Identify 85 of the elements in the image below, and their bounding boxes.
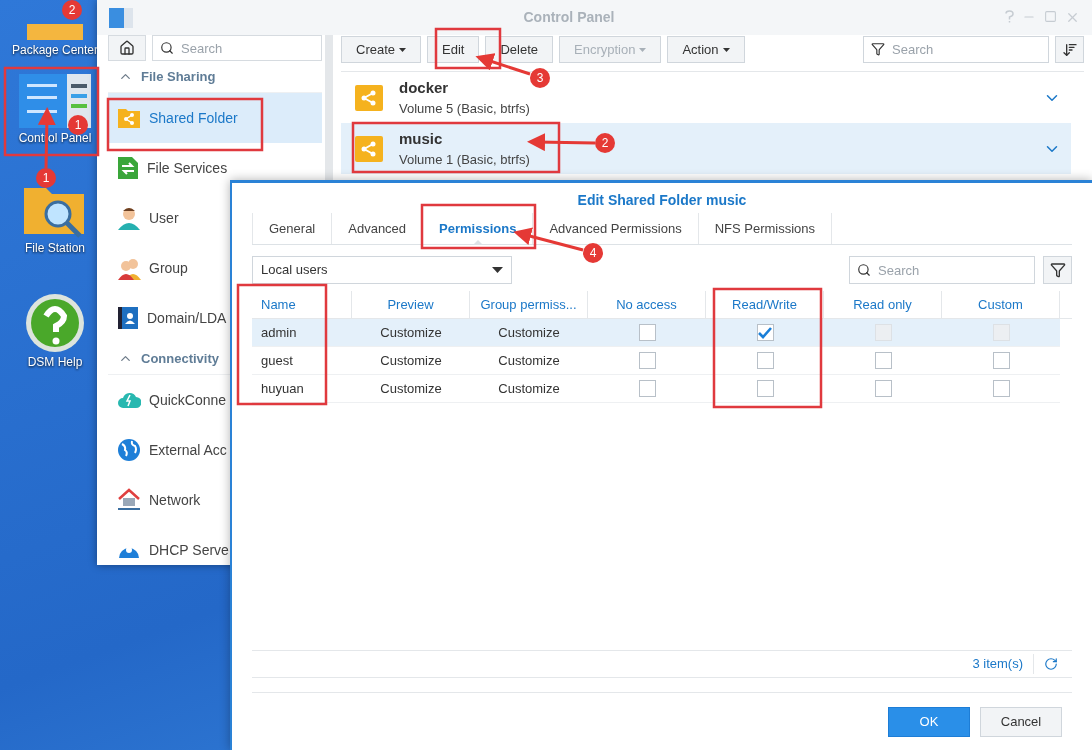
search-field[interactable]: Search	[152, 35, 322, 61]
file-services-icon	[117, 156, 139, 180]
tab[interactable]: General	[252, 213, 332, 244]
toolbar-button[interactable]: Edit	[427, 36, 480, 63]
user-type-dropdown[interactable]: Local users	[252, 256, 512, 284]
folder-name: music	[399, 128, 443, 149]
close-button[interactable]	[1065, 10, 1080, 25]
contact-book-icon	[117, 306, 139, 330]
column-header[interactable]: Read only	[824, 291, 942, 318]
toolbar-button[interactable]: Delete	[485, 36, 553, 63]
item-count: 3 item(s)	[972, 654, 1034, 674]
folder-name: docker	[399, 77, 449, 98]
column-header[interactable]: Preview	[352, 291, 470, 318]
shared-folder-icon	[117, 106, 141, 130]
sort-icon	[1061, 41, 1078, 58]
checkbox[interactable]	[874, 352, 892, 369]
column-header[interactable]: Name	[252, 291, 352, 318]
cloud-icon	[117, 390, 141, 410]
refresh-button[interactable]	[1044, 657, 1058, 671]
filter-button[interactable]	[1043, 256, 1072, 284]
toolbar-button[interactable]: Create	[341, 36, 422, 63]
dropdown-caret-icon	[492, 267, 503, 273]
checkbox[interactable]	[992, 352, 1010, 369]
table-cell-text: Customize	[379, 323, 443, 342]
highlight-frame	[434, 27, 502, 70]
toolbar-button[interactable]: Action	[667, 36, 745, 63]
column-header[interactable]: Custom	[942, 291, 1060, 318]
globe-icon	[117, 438, 141, 462]
checkbox[interactable]	[756, 324, 774, 341]
table-cell-text: admin	[260, 323, 298, 342]
home-button[interactable]	[108, 35, 146, 61]
checkbox[interactable]	[638, 324, 656, 341]
sidebar-item[interactable]: External Acc	[108, 425, 322, 475]
help-icon	[24, 292, 86, 354]
search-field[interactable]: Search	[863, 36, 1049, 63]
table-cell-text: Customize	[497, 379, 561, 398]
column-header[interactable]: Group permiss...	[470, 291, 588, 318]
table-cell-text: Customize	[497, 323, 561, 342]
dialog-title: Edit Shared Folder music	[576, 191, 748, 210]
table-cell-text: Customize	[379, 351, 443, 370]
house-network-icon	[117, 488, 141, 512]
home-icon	[119, 40, 135, 56]
sidebar-item[interactable]: File Services	[108, 143, 322, 193]
column-header[interactable]: No access	[588, 291, 706, 318]
help-icon[interactable]	[1005, 10, 1014, 23]
search-icon	[160, 41, 174, 55]
desktop-icon-label[interactable]: DSM Help	[10, 354, 100, 370]
filter-icon	[1049, 262, 1066, 278]
tab[interactable]: Permissions	[422, 213, 533, 244]
desktop-icon-label[interactable]: File Station	[10, 240, 100, 256]
annotation-arrow	[527, 133, 596, 152]
section-title: File Sharing	[141, 67, 216, 86]
table-row[interactable]: admin Customize Customize	[252, 319, 1060, 347]
checkbox[interactable]	[638, 352, 656, 369]
checkmark-icon	[758, 326, 772, 339]
sidebar-item[interactable]: Shared Folder	[108, 93, 322, 143]
table-cell-text: huyuan	[260, 379, 305, 398]
table-cell-text: guest	[260, 351, 294, 370]
search-field[interactable]: Search	[849, 256, 1035, 284]
tab[interactable]: NFS Permissions	[697, 213, 833, 244]
sort-button[interactable]	[1055, 36, 1084, 63]
checkbox[interactable]	[756, 352, 774, 369]
section-title: Connectivity	[141, 349, 219, 368]
folder-volume: Volume 1 (Basic, btrfs)	[399, 151, 530, 169]
checkbox[interactable]	[874, 380, 892, 397]
sidebar-item[interactable]: Network	[108, 475, 322, 525]
cancel-button[interactable]: Cancel	[980, 706, 1062, 737]
sidebar-item[interactable]: DHCP Serve	[108, 525, 322, 575]
desktop-icon-label[interactable]: Package Center	[10, 42, 100, 58]
window-title: Control Panel	[522, 8, 616, 27]
group-icon	[117, 256, 141, 280]
annotation-arrow	[475, 53, 531, 76]
control-panel-icon	[109, 7, 133, 28]
table-cell-text: Customize	[497, 351, 561, 370]
maximize-button[interactable]	[1044, 10, 1057, 23]
table-cell-text: Customize	[379, 379, 443, 398]
folder-volume: Volume 5 (Basic, btrfs)	[399, 100, 530, 118]
tab[interactable]: Advanced	[331, 213, 423, 244]
checkbox[interactable]	[992, 380, 1010, 397]
filter-icon	[871, 42, 885, 56]
checkbox[interactable]	[756, 380, 774, 397]
column-header[interactable]: Read/Write	[706, 291, 824, 318]
user-icon	[117, 206, 141, 230]
search-icon	[857, 263, 871, 277]
checkbox[interactable]	[638, 380, 656, 397]
